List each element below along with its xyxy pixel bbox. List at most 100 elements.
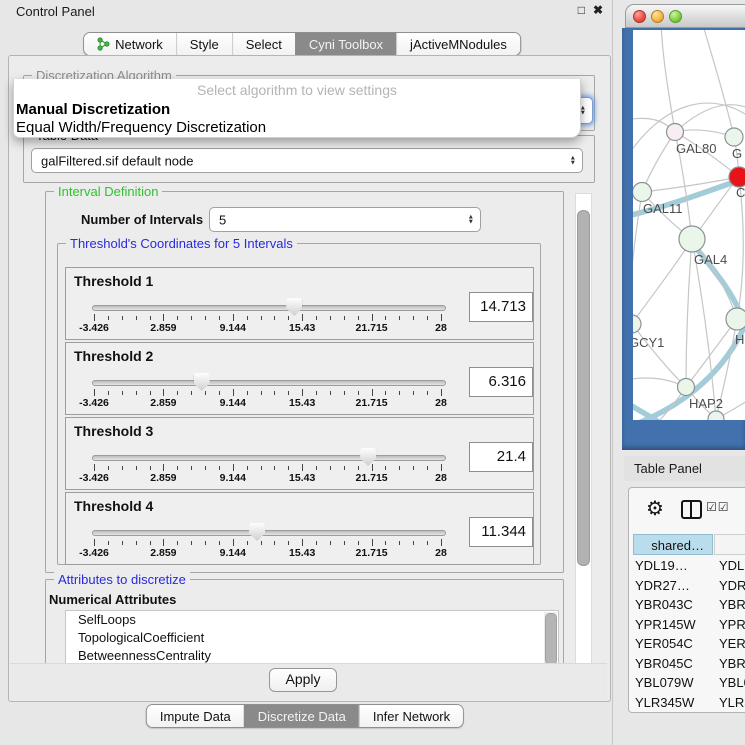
cell-name[interactable]: YDR2… (719, 576, 745, 595)
cell-name[interactable]: YDL1… (719, 556, 745, 575)
tab-jactivemnodules[interactable]: jActiveMNodules (396, 33, 520, 55)
slider-tick (150, 541, 151, 545)
network-node-g[interactable] (725, 128, 743, 146)
cell-shared-name[interactable]: YER054C (635, 634, 711, 653)
cell-shared-name[interactable]: YIL052C (635, 712, 711, 713)
network-edge[interactable] (703, 30, 734, 137)
table-row[interactable]: YDL19… YDL1… (633, 556, 745, 576)
algorithm-option[interactable]: Equal Width/Frequency Discretization (16, 119, 266, 136)
slider-tick (136, 541, 137, 545)
network-node-c[interactable] (729, 167, 745, 187)
table-row[interactable]: YBR043C YBR0… (633, 595, 745, 615)
cell-shared-name[interactable]: YLR345W (635, 693, 711, 712)
close-panel-button[interactable]: ✖ (593, 3, 603, 17)
network-graph[interactable]: GAL80GCGAL11GAL4HGCY1HAP2 (633, 30, 745, 420)
cell-name[interactable]: YBR0… (719, 595, 745, 614)
cell-name[interactable]: YLR3… (719, 693, 745, 712)
table-row[interactable]: YLR345W YLR3… (633, 693, 745, 713)
threshold-slider-thumb[interactable] (360, 448, 376, 466)
cell-shared-name[interactable]: YDL19… (635, 556, 711, 575)
network-node-hap2[interactable] (678, 379, 695, 396)
slider-tick (316, 541, 317, 545)
tab-network[interactable]: Network (84, 33, 176, 55)
network-edge[interactable] (661, 30, 675, 132)
network-edge[interactable] (686, 239, 692, 387)
tab-style[interactable]: Style (176, 33, 232, 55)
algorithm-option[interactable]: Manual Discretization (16, 101, 170, 118)
table-row[interactable]: YPR145W YPR1… (633, 615, 745, 635)
network-node-gal80[interactable] (667, 124, 684, 141)
slider-tick (441, 464, 442, 471)
network-node-gcy1[interactable] (633, 315, 641, 333)
node-table[interactable]: shared… na YDL19…YDL1…YDR27…YDR2…YBR043C… (633, 534, 745, 712)
cell-name[interactable]: YPR1… (719, 615, 745, 634)
tab-select[interactable]: Select (232, 33, 295, 55)
table-row[interactable]: YBL079W YBL0… (633, 673, 745, 693)
network-window-titlebar[interactable] (625, 4, 745, 28)
slider-tick (302, 464, 303, 471)
threshold-slider-track[interactable] (92, 305, 446, 311)
network-node-gal11[interactable] (633, 183, 652, 202)
list-vertical-scrollbar[interactable] (544, 612, 557, 666)
threshold-value-field[interactable]: 11.344 (469, 517, 533, 547)
table-row[interactable]: YER054C YER0… (633, 634, 745, 654)
cell-shared-name[interactable]: YBL079W (635, 673, 711, 692)
cell-name[interactable]: YER0… (719, 634, 745, 653)
slider-tick-label: 21.715 (356, 397, 388, 409)
scrollbar-thumb[interactable] (577, 210, 590, 566)
zoom-window-icon[interactable] (669, 10, 682, 23)
tab-label: jActiveMNodules (410, 37, 507, 52)
network-edge[interactable] (642, 132, 675, 192)
cell-shared-name[interactable]: YBR045C (635, 654, 711, 673)
network-canvas[interactable]: GAL80GCGAL11GAL4HGCY1HAP2 (633, 30, 745, 420)
slider-tick (136, 391, 137, 395)
slider-tick (330, 316, 331, 320)
table-row[interactable]: YBR045C YBR0… (633, 654, 745, 674)
cell-name[interactable]: YIL0… (719, 712, 745, 713)
network-node-gal4[interactable] (679, 226, 705, 252)
slider-tick (288, 316, 289, 320)
threshold-value-field[interactable]: 14.713 (469, 292, 533, 322)
numerical-attributes-list[interactable]: SelfLoopsTopologicalCoefficientBetweenne… (65, 610, 559, 668)
cell-name[interactable]: YBR0… (719, 654, 745, 673)
tab-cyni-toolbox[interactable]: Cyni Toolbox (295, 33, 396, 55)
columns-icon[interactable] (681, 500, 702, 519)
gear-icon[interactable]: ⚙ (646, 496, 664, 521)
settings-vertical-scrollbar[interactable] (575, 193, 592, 669)
column-header-name[interactable]: na (714, 534, 745, 555)
attribute-list-item[interactable]: SelfLoops (66, 611, 558, 629)
cell-name[interactable]: YBL0… (719, 673, 745, 692)
cell-shared-name[interactable]: YPR145W (635, 615, 711, 634)
close-window-icon[interactable] (633, 10, 646, 23)
cell-shared-name[interactable]: YBR043C (635, 595, 711, 614)
cell-shared-name[interactable]: YDR27… (635, 576, 711, 595)
number-of-intervals-label: Number of Intervals (81, 212, 203, 227)
attribute-list-item[interactable]: TopologicalCoefficient (66, 629, 558, 647)
threshold-slider-track[interactable] (92, 455, 446, 461)
apply-button[interactable]: Apply (269, 668, 337, 692)
threshold-slider-thumb[interactable] (194, 373, 210, 391)
threshold-slider-track[interactable] (92, 530, 446, 536)
table-row[interactable]: YDR27… YDR2… (633, 576, 745, 596)
minimize-window-icon[interactable] (651, 10, 664, 23)
threshold-slider-thumb[interactable] (286, 298, 302, 316)
number-of-intervals-select[interactable]: 5 ▲▼ (209, 207, 481, 232)
tab-impute-data[interactable]: Impute Data (147, 705, 244, 727)
float-window-button[interactable]: □ (578, 3, 585, 17)
network-node[interactable] (708, 411, 724, 420)
network-node-h[interactable] (726, 308, 745, 330)
scrollbar-thumb[interactable] (545, 613, 557, 665)
table-data-select[interactable]: galFiltered.sif default node ▲▼ (31, 148, 583, 173)
table-row[interactable]: YIL052C YIL0… (633, 712, 745, 713)
network-node-label: GAL4 (694, 252, 727, 267)
slider-tick (233, 389, 234, 396)
threshold-value-field[interactable]: 6.316 (469, 367, 533, 397)
tab-infer-network[interactable]: Infer Network (359, 705, 463, 727)
checkboxes-icon[interactable]: ☑☑ (706, 500, 730, 514)
threshold-slider-thumb[interactable] (249, 523, 265, 541)
threshold-slider-track[interactable] (92, 380, 446, 386)
column-header-shared-name[interactable]: shared… (633, 534, 713, 555)
tab-discretize-data[interactable]: Discretize Data (244, 705, 359, 727)
network-edge[interactable] (633, 239, 692, 324)
threshold-value-field[interactable]: 21.4 (469, 442, 533, 472)
